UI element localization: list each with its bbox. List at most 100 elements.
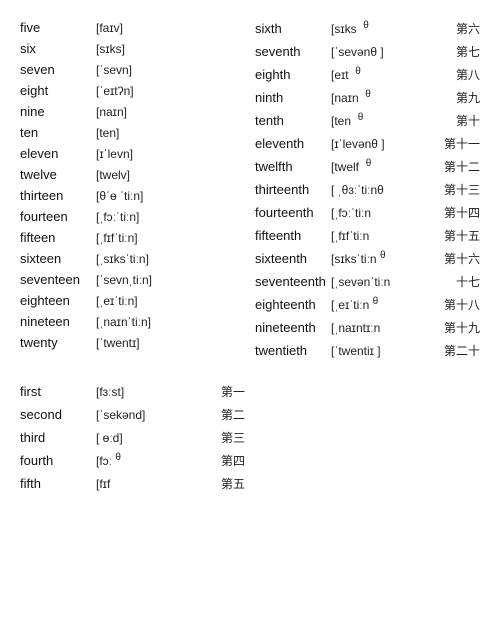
word-zh: 第十八 bbox=[444, 296, 480, 313]
word-phonetic: [ˈsevənθ ] bbox=[331, 45, 452, 59]
word-phonetic: [naɪn] bbox=[96, 105, 245, 119]
word-en: seventh bbox=[255, 44, 327, 59]
list-item: fifteen [ˌfɪfˈtiːn] bbox=[20, 230, 245, 245]
word-phonetic: [ɪˈlevn] bbox=[96, 147, 245, 161]
word-en: sixteenth bbox=[255, 251, 327, 266]
list-item: twentieth [ˈtwentiɪ ] 第二十 bbox=[255, 342, 480, 359]
word-zh: 第九 bbox=[456, 89, 480, 106]
word-en: fifteen bbox=[20, 230, 92, 245]
list-item: sixth [sɪks θ 第六 bbox=[255, 20, 480, 37]
word-phonetic: [naɪn θ bbox=[331, 89, 452, 105]
list-item: eighteen [ˌeɪˈtiːn] bbox=[20, 293, 245, 308]
word-en: seventeenth bbox=[255, 274, 327, 289]
word-phonetic: [ˈtwentiɪ ] bbox=[331, 344, 440, 358]
list-item: sixteenth [sɪksˈtiːn θ 第十六 bbox=[255, 250, 480, 267]
word-zh: 第十五 bbox=[444, 227, 480, 244]
word-phonetic: [ˈtwentɪ] bbox=[96, 336, 245, 350]
word-phonetic: [ˈeɪtʔn] bbox=[96, 84, 245, 98]
word-en: eighth bbox=[255, 67, 327, 82]
list-item: seventeen [ˈsevnˌtiːn] bbox=[20, 272, 245, 287]
word-en: thirteenth bbox=[255, 182, 327, 197]
list-item: nineteenth [ˌnaɪntɪːn 第十九 bbox=[255, 319, 480, 336]
word-phonetic: [ˌsevənˈtiːn bbox=[331, 275, 452, 289]
word-phonetic: [eɪt θ bbox=[331, 66, 452, 82]
word-phonetic: [ˌeɪˈtiːn θ bbox=[331, 296, 440, 312]
word-en: fourth bbox=[20, 453, 92, 468]
word-phonetic: [faɪv] bbox=[96, 21, 245, 35]
word-en: six bbox=[20, 41, 92, 56]
right-column: sixth [sɪks θ 第六 seventh [ˈsevənθ ] 第七 e… bbox=[255, 20, 480, 365]
word-phonetic: [fɔː θ bbox=[96, 452, 217, 468]
word-zh: 第一 bbox=[221, 383, 245, 400]
word-zh: 第十四 bbox=[444, 204, 480, 221]
word-en: twenty bbox=[20, 335, 92, 350]
word-en: five bbox=[20, 20, 92, 35]
word-phonetic: [ten θ bbox=[331, 112, 452, 128]
ordinals-section: first [fɜːst] 第一 second [ˈsekənd] 第二 thi… bbox=[20, 383, 480, 498]
word-en: nine bbox=[20, 104, 92, 119]
word-zh: 十七 bbox=[456, 273, 480, 290]
word-zh: 第十六 bbox=[444, 250, 480, 267]
list-item: twenty [ˈtwentɪ] bbox=[20, 335, 245, 350]
word-en: eleventh bbox=[255, 136, 327, 151]
list-item: fourteen [ˌfɔːˈtiːn] bbox=[20, 209, 245, 224]
word-en: third bbox=[20, 430, 92, 445]
word-phonetic: [ˌnaɪntɪːn bbox=[331, 321, 440, 335]
list-item: fifth [fɪf 第五 bbox=[20, 475, 245, 492]
word-phonetic: [ˌsɪksˈtiːn] bbox=[96, 252, 245, 266]
list-item: third [ ɵːd] 第三 bbox=[20, 429, 245, 446]
word-phonetic: [ˈsekənd] bbox=[96, 408, 217, 422]
word-phonetic: [ ɵːd] bbox=[96, 431, 217, 445]
list-item: eleventh [ɪˈlevənθ ] 第十一 bbox=[255, 135, 480, 152]
word-phonetic: [ˌfɪfˈtiːn bbox=[331, 229, 440, 243]
list-item: eight [ˈeɪtʔn] bbox=[20, 83, 245, 98]
ordinals-right-col bbox=[255, 383, 480, 498]
word-en: ninth bbox=[255, 90, 327, 105]
word-en: eighteen bbox=[20, 293, 92, 308]
list-item: eighth [eɪt θ 第八 bbox=[255, 66, 480, 83]
word-en: second bbox=[20, 407, 92, 422]
word-phonetic: [ˌfɔːˈtiːn] bbox=[96, 210, 245, 224]
list-item: nineteen [ˌnaɪnˈtiːn] bbox=[20, 314, 245, 329]
list-item: five [faɪv] bbox=[20, 20, 245, 35]
list-item: thirteen [θˈɵ ˈtiːn] bbox=[20, 188, 245, 203]
list-item: seven [ˈsevn] bbox=[20, 62, 245, 77]
word-en: fourteen bbox=[20, 209, 92, 224]
word-phonetic: [ˈsevn] bbox=[96, 63, 245, 77]
list-item: fifteenth [ˌfɪfˈtiːn 第十五 bbox=[255, 227, 480, 244]
word-en: fourteenth bbox=[255, 205, 327, 220]
word-en: fifth bbox=[20, 476, 92, 491]
list-item: seventeenth [ˌsevənˈtiːn 十七 bbox=[255, 273, 480, 290]
list-item: ten [ten] bbox=[20, 125, 245, 140]
list-item: tenth [ten θ 第十 bbox=[255, 112, 480, 129]
left-column: five [faɪv] six [sɪks] seven [ˈsevn] eig… bbox=[20, 20, 245, 365]
word-phonetic: [ˌfɔːˈtiːn bbox=[331, 206, 440, 220]
word-phonetic: [twelf θ bbox=[331, 158, 440, 174]
word-en: nineteenth bbox=[255, 320, 327, 335]
word-zh: 第六 bbox=[456, 20, 480, 37]
word-zh: 第十 bbox=[456, 112, 480, 129]
word-en: nineteen bbox=[20, 314, 92, 329]
word-zh: 第十三 bbox=[444, 181, 480, 198]
word-en: twentieth bbox=[255, 343, 327, 358]
list-item: seventh [ˈsevənθ ] 第七 bbox=[255, 43, 480, 60]
word-phonetic: [sɪksˈtiːn θ bbox=[331, 250, 440, 266]
word-zh: 第十一 bbox=[444, 135, 480, 152]
word-en: eleven bbox=[20, 146, 92, 161]
word-phonetic: [ˌfɪfˈtiːn] bbox=[96, 231, 245, 245]
word-zh: 第二十 bbox=[444, 342, 480, 359]
word-en: twelve bbox=[20, 167, 92, 182]
word-phonetic: [sɪks θ bbox=[331, 20, 452, 36]
list-item: second [ˈsekənd] 第二 bbox=[20, 406, 245, 423]
ordinals-left-col: first [fɜːst] 第一 second [ˈsekənd] 第二 thi… bbox=[20, 383, 245, 498]
word-phonetic: [ˌnaɪnˈtiːn] bbox=[96, 315, 245, 329]
list-item: eighteenth [ˌeɪˈtiːn θ 第十八 bbox=[255, 296, 480, 313]
word-en: seventeen bbox=[20, 272, 92, 287]
word-zh: 第八 bbox=[456, 66, 480, 83]
word-zh: 第五 bbox=[221, 475, 245, 492]
word-zh: 第三 bbox=[221, 429, 245, 446]
word-en: tenth bbox=[255, 113, 327, 128]
word-phonetic: [ɪˈlevənθ ] bbox=[331, 137, 440, 151]
word-en: seven bbox=[20, 62, 92, 77]
word-en: ten bbox=[20, 125, 92, 140]
